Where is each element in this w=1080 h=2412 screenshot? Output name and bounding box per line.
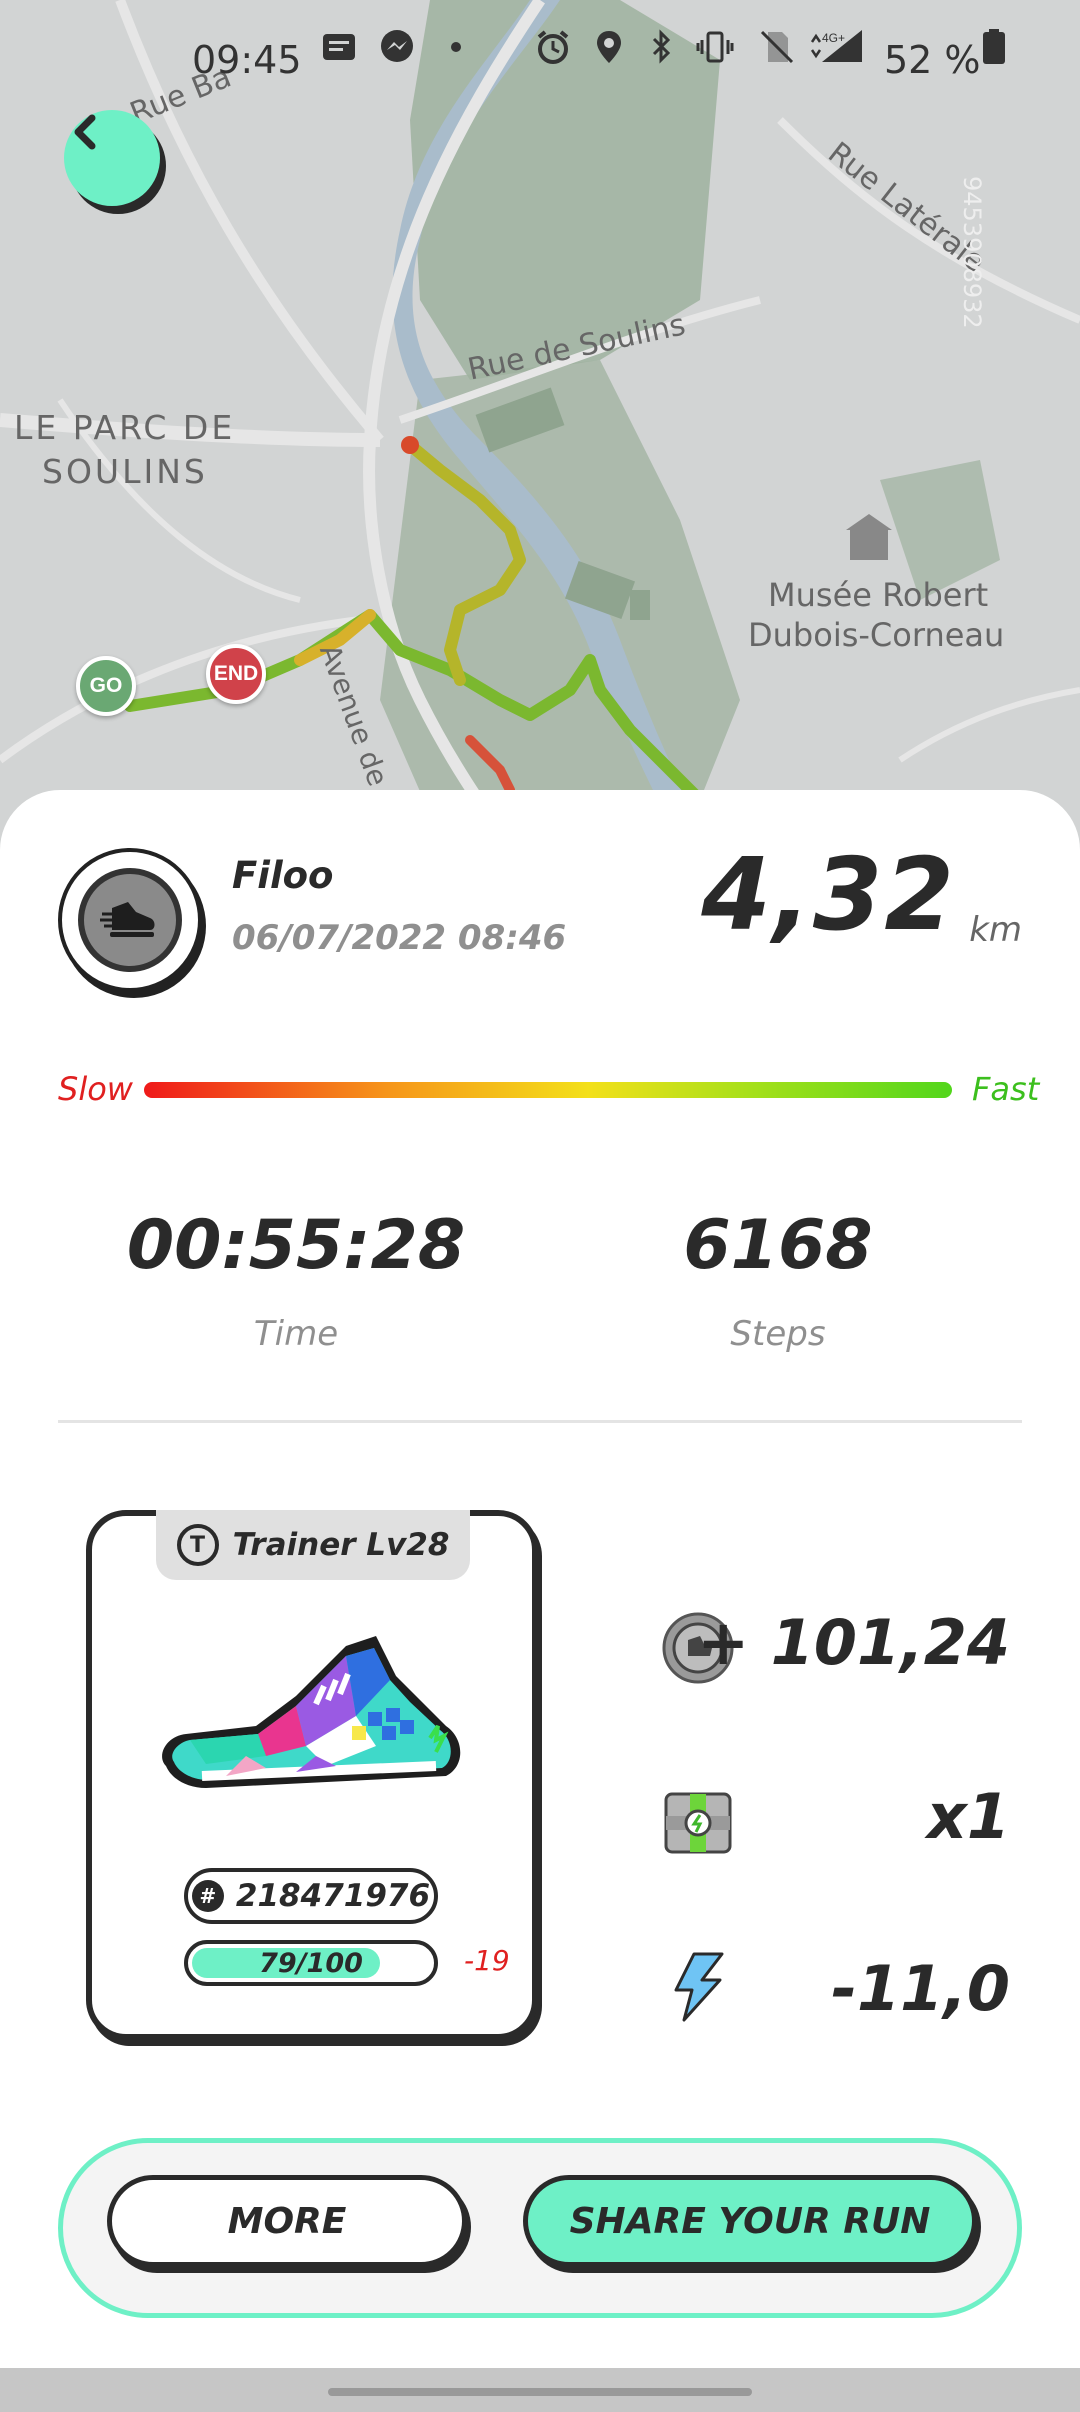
avatar[interactable] xyxy=(58,848,202,992)
location-icon xyxy=(597,31,621,63)
trainer-level: Trainer Lv28 xyxy=(232,1527,450,1563)
map-label-park: LE PARC DE xyxy=(14,408,236,447)
battery-percent: 52 % xyxy=(884,38,981,82)
alarm-icon xyxy=(537,30,569,64)
trainer-type-icon: T xyxy=(176,1524,219,1566)
battery-icon xyxy=(983,29,1005,64)
mystery-box-icon xyxy=(664,1792,732,1854)
more-button[interactable]: MORE xyxy=(107,2175,467,2267)
distance-value: 4,32 xyxy=(701,836,956,953)
run-summary-sheet: Filoo 06/07/2022 08:46 4,32 km Slow Fast… xyxy=(0,790,1080,2368)
route-end-marker[interactable]: END xyxy=(206,644,266,704)
sneaker-id: 218471976 xyxy=(235,1878,431,1914)
bluetooth-icon xyxy=(652,29,671,64)
durability-bar: 79/100 xyxy=(184,1940,438,1986)
energy-spent-value: -11,0 xyxy=(831,1952,1010,2025)
system-nav-bar xyxy=(0,2368,1080,2412)
sneaker-id-badge: # 218471976 xyxy=(184,1868,438,1924)
steps-label: Steps xyxy=(730,1314,826,1354)
time-label: Time xyxy=(253,1314,339,1354)
trainer-sneaker-card[interactable]: T Trainer Lv28 # 218471976 79/100 -19 xyxy=(86,1510,538,2040)
route-start-marker[interactable]: GO xyxy=(76,656,136,716)
time-value: 00:55:28 xyxy=(126,1206,466,1285)
message-icon xyxy=(323,34,355,60)
durability-change: -19 xyxy=(464,1944,510,1977)
speed-slow-label: Slow xyxy=(58,1070,133,1108)
route-map[interactable]: Rue Ba Rue Latérale Rue de Soulins LE PA… xyxy=(0,0,1080,860)
sneaker-image xyxy=(162,1636,461,1788)
distance-unit: km xyxy=(969,910,1022,950)
svg-text:4G+: 4G+ xyxy=(822,31,845,45)
status-bar: 09:45 4G+ 52 % xyxy=(0,28,1080,98)
speed-gradient-bar xyxy=(144,1082,952,1098)
messenger-icon xyxy=(381,30,413,62)
dot-icon xyxy=(451,42,461,52)
energy-bolt-icon xyxy=(674,1952,724,2022)
durability-text: 79/100 xyxy=(259,1947,363,1979)
chevron-left-icon xyxy=(74,114,96,150)
map-label-museum: Dubois-Corneau xyxy=(748,616,1005,654)
back-button[interactable] xyxy=(64,110,160,206)
mystery-box-value: x1 xyxy=(926,1780,1010,1853)
user-name: Filoo xyxy=(232,854,334,897)
trainer-level-tab: T Trainer Lv28 xyxy=(156,1510,470,1580)
run-date: 06/07/2022 08:46 xyxy=(232,918,567,958)
running-shoe-icon xyxy=(100,902,155,937)
no-sim-icon xyxy=(760,30,794,64)
gst-earned-value: + 101,24 xyxy=(697,1606,1010,1679)
divider xyxy=(58,1420,1022,1423)
status-time: 09:45 xyxy=(192,38,302,82)
map-label-museum: Musée Robert xyxy=(768,576,989,614)
map-label-park: SOULINS xyxy=(42,452,208,491)
action-bar: MORE SHARE YOUR RUN xyxy=(58,2138,1022,2318)
steps-value: 6168 xyxy=(683,1206,873,1285)
share-run-button[interactable]: SHARE YOUR RUN xyxy=(523,2175,977,2267)
signal-4g-icon: 4G+ xyxy=(810,30,862,62)
speed-fast-label: Fast xyxy=(972,1070,1040,1108)
gesture-handle[interactable] xyxy=(328,2388,752,2396)
map-label-id: 9453908932 xyxy=(958,176,986,329)
vibrate-icon xyxy=(696,31,734,63)
hash-icon: # xyxy=(191,1880,224,1912)
